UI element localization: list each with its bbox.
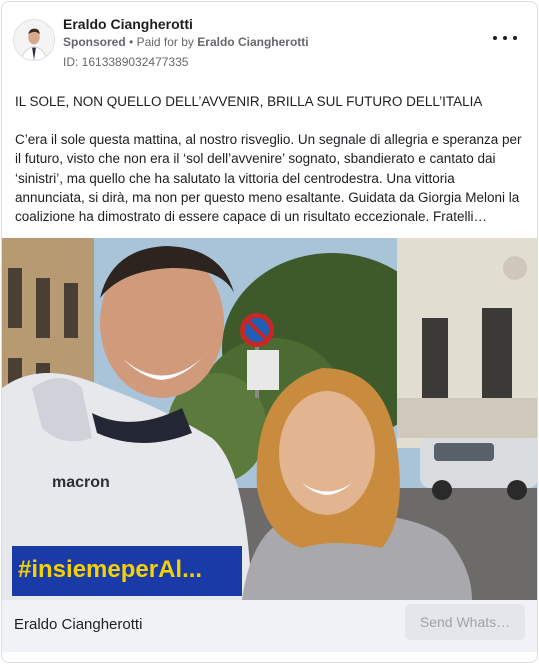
photo-sweatshirt-brand: macron [52,474,110,491]
selfie-photo [2,238,537,600]
avatar-image [14,20,54,60]
ad-id: ID: 1613389032477335 [63,55,189,69]
advertiser-name[interactable]: Eraldo Ciangherotti [63,16,193,32]
paid-for-prefix: Paid for by [136,35,194,49]
more-dot [513,36,517,40]
photo-banner-text: #insiemeperAl... [18,556,203,583]
paid-for-name[interactable]: Eraldo Ciangherotti [197,35,308,49]
meta-separator: • [129,35,134,49]
sponsored-label: Sponsored [63,35,126,49]
ad-photo[interactable]: macron #insiemeperAl... [2,238,537,600]
ad-footer: Eraldo Ciangherotti Send Whats… [2,600,537,652]
post-headline: IL SOLE, NON QUELLO DELL’AVVENIR, BRILLA… [15,94,483,109]
advertiser-avatar[interactable] [13,19,55,61]
ad-header: Eraldo Ciangherotti Sponsored • Paid for… [2,2,537,82]
more-options-icon[interactable] [493,29,517,47]
post-text: IL SOLE, NON QUELLO DELL’AVVENIR, BRILLA… [15,92,527,226]
send-whatsapp-button[interactable]: Send Whats… [405,604,525,640]
sponsored-line: Sponsored • Paid for by Eraldo Cianghero… [63,35,309,49]
more-dot [503,36,507,40]
footer-page-name[interactable]: Eraldo Ciangherotti [14,616,142,633]
more-dot [493,36,497,40]
ad-card: Eraldo Ciangherotti Sponsored • Paid for… [1,1,538,663]
post-paragraph: C’era il sole questa mattina, al nostro … [15,132,522,225]
